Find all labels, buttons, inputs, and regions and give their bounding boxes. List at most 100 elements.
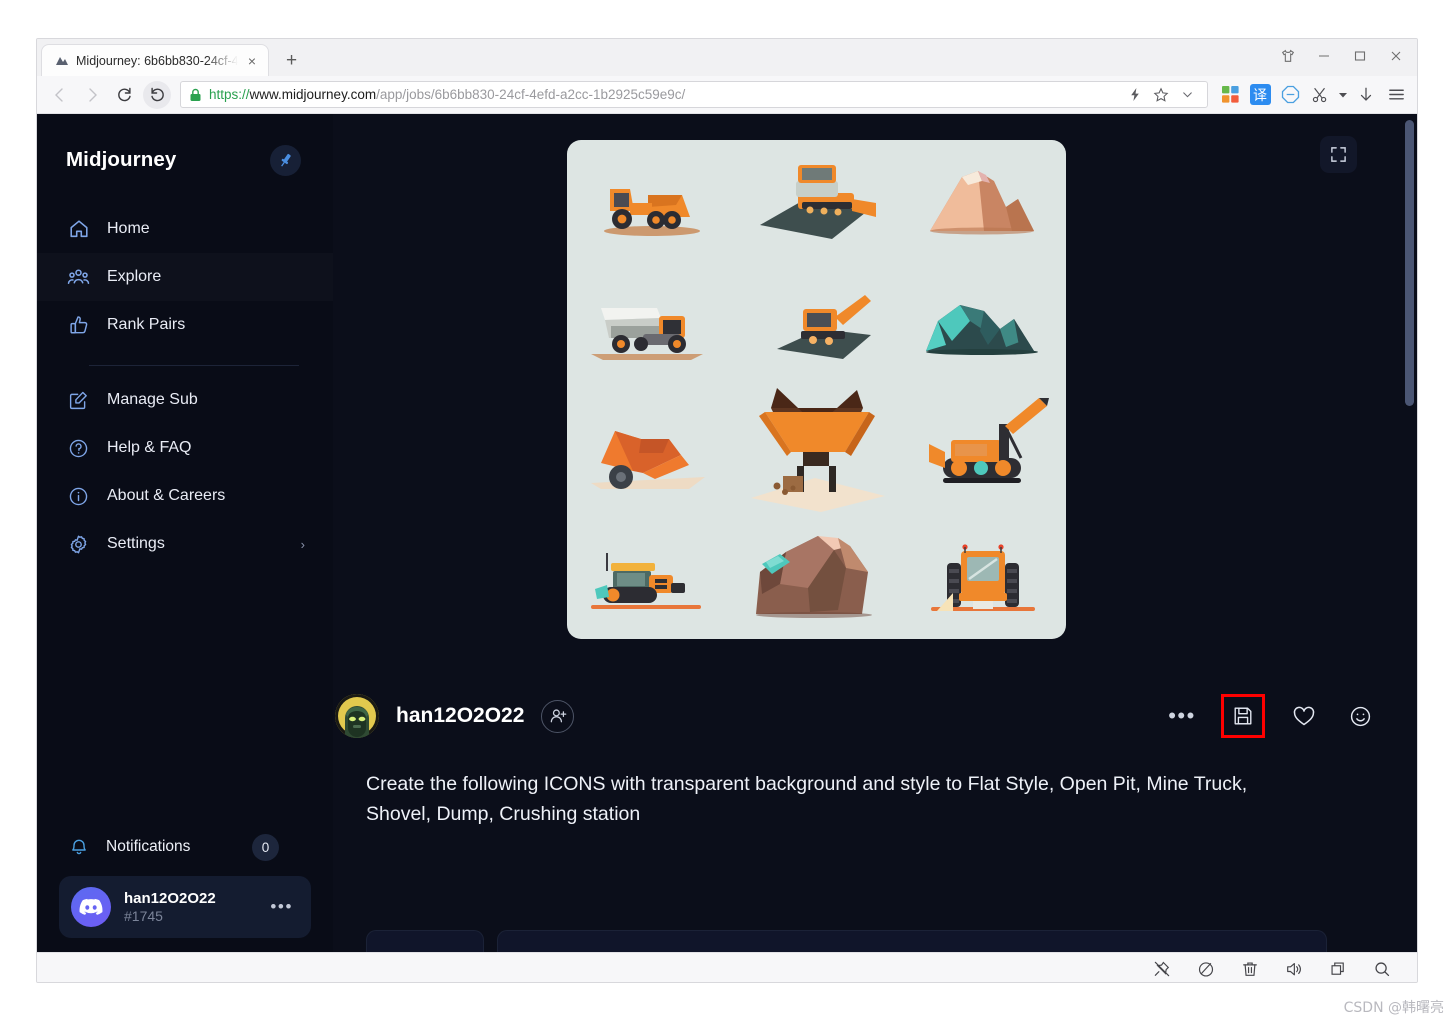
tab-title: Midjourney: 6b6bb830-24cf-4	[76, 53, 238, 68]
account-card[interactable]: han12O2O22 #1745 •••	[59, 876, 311, 938]
sidebar-item-home[interactable]: Home	[37, 205, 333, 253]
like-heart-button[interactable]	[1287, 699, 1321, 733]
downloads-icon[interactable]	[1353, 82, 1379, 108]
sidebar-item-help-faq[interactable]: Help & FAQ	[37, 424, 333, 472]
main-content: han12O2O22 ••• Create the following ICON…	[333, 114, 1417, 952]
sidebar-item-label: Help & FAQ	[107, 439, 192, 456]
watermark: CSDN @韩曙亮	[1343, 1000, 1444, 1016]
author-row: han12O2O22 •••	[333, 694, 1417, 738]
app-sidebar: Midjourney Home Explore Rank Pairs Manag…	[37, 114, 333, 952]
speaker-icon[interactable]	[1283, 958, 1305, 980]
expand-fullscreen-icon[interactable]	[1320, 136, 1357, 173]
explore-people-icon	[67, 266, 90, 289]
theme-shirt-icon[interactable]	[1271, 43, 1305, 69]
lock-icon	[189, 88, 202, 102]
avatar[interactable]	[335, 694, 379, 738]
notifications-label: Notifications	[106, 838, 191, 855]
sidebar-item-rank-pairs[interactable]: Rank Pairs	[37, 301, 333, 349]
icon-orange-shovel-scoop	[567, 386, 733, 516]
browser-toolbar-extras: 译	[1217, 82, 1409, 108]
discord-logo-icon	[71, 887, 111, 927]
icon-teal-ore-rocks	[900, 263, 1066, 386]
trash-icon[interactable]	[1239, 958, 1261, 980]
screenshot-scissors-icon[interactable]	[1307, 82, 1333, 108]
notifications-count-badge: 0	[252, 833, 279, 861]
pin-crossed-icon[interactable]	[1151, 958, 1173, 980]
brand-title: Midjourney	[66, 148, 177, 171]
browser-tab[interactable]: Midjourney: 6b6bb830-24cf-4 ×	[41, 44, 269, 76]
tab-close-icon[interactable]: ×	[245, 52, 259, 70]
notifications-row[interactable]: Notifications 0	[59, 824, 311, 870]
account-name: han12O2O22	[124, 890, 216, 907]
question-circle-icon	[67, 437, 90, 460]
chevron-right-icon: ›	[300, 536, 305, 552]
address-bar[interactable]: https://www.midjourney.com/app/jobs/6b6b…	[180, 81, 1208, 108]
minimize-button[interactable]	[1307, 43, 1341, 69]
search-icon[interactable]	[1371, 958, 1393, 980]
thumbs-up-icon	[67, 314, 90, 337]
tab-strip: Midjourney: 6b6bb830-24cf-4 × +	[37, 39, 1417, 76]
author-actions: •••	[1165, 694, 1377, 738]
icon-tracked-excavator-crane	[900, 386, 1066, 516]
new-tab-button[interactable]: +	[279, 50, 304, 71]
add-user-icon[interactable]	[541, 699, 575, 733]
chevron-down-icon[interactable]	[1175, 83, 1199, 107]
history-back-button[interactable]	[143, 80, 171, 109]
url-text: https://www.midjourney.com/app/jobs/6b6b…	[209, 87, 685, 102]
react-smiley-button[interactable]	[1343, 699, 1377, 733]
close-window-button[interactable]	[1379, 43, 1413, 69]
sidebar-divider	[89, 365, 299, 366]
icon-excavator-arm-dark	[733, 263, 899, 386]
menu-hamburger-icon[interactable]	[1383, 82, 1409, 108]
maximize-button[interactable]	[1343, 43, 1377, 69]
save-button[interactable]	[1221, 694, 1265, 738]
sidebar-item-about-careers[interactable]: About & Careers	[37, 472, 333, 520]
edit-square-icon	[67, 389, 90, 412]
icon-grid	[567, 140, 1066, 639]
window-controls	[1271, 43, 1413, 69]
page-scrollbar[interactable]	[1402, 114, 1417, 952]
sidebar-item-label: Settings	[107, 535, 165, 552]
account-text: han12O2O22 #1745	[124, 890, 257, 924]
sidebar-item-settings[interactable]: Settings ›	[37, 520, 333, 568]
scissors-dropdown-icon[interactable]	[1337, 82, 1349, 108]
no-entry-icon[interactable]	[1195, 958, 1217, 980]
account-more-button[interactable]: •••	[270, 897, 293, 917]
translate-icon[interactable]: 译	[1247, 82, 1273, 108]
omnibox-actions	[1117, 83, 1199, 107]
sidebar-item-explore[interactable]: Explore	[37, 253, 333, 301]
icon-white-dump-loader	[567, 263, 733, 386]
icon-orange-tracked-vehicle	[567, 516, 733, 639]
icon-front-view-mine-truck	[900, 516, 1066, 639]
adblock-icon[interactable]	[1277, 82, 1303, 108]
gear-icon	[67, 533, 90, 556]
generated-image[interactable]	[567, 140, 1066, 639]
bottom-panel-right[interactable]	[497, 930, 1327, 952]
forward-button[interactable]	[77, 81, 107, 109]
back-button[interactable]	[45, 81, 75, 109]
bookmark-star-icon[interactable]	[1149, 83, 1173, 107]
icon-open-pit-mound-tan	[900, 140, 1066, 263]
reload-button[interactable]	[109, 81, 139, 109]
bottom-panel-left[interactable]	[366, 930, 484, 952]
prompt-text: Create the following ICONS with transpar…	[366, 773, 1248, 826]
more-options-button[interactable]: •••	[1165, 699, 1199, 733]
url-scheme: https://	[209, 87, 250, 102]
midjourney-favicon	[54, 53, 69, 68]
url-host: www.midjourney.com	[249, 87, 377, 102]
secondary-nav: Manage Sub Help & FAQ About & Careers Se…	[37, 376, 333, 568]
scrollbar-thumb[interactable]	[1405, 120, 1414, 406]
pin-icon[interactable]	[270, 144, 301, 176]
icon-crushing-station-hopper	[733, 386, 899, 516]
navigation-bar: https://www.midjourney.com/app/jobs/6b6b…	[37, 76, 1417, 114]
home-icon	[67, 218, 90, 241]
sidebar-item-label: Rank Pairs	[107, 316, 186, 333]
lightning-icon[interactable]	[1123, 83, 1147, 107]
sidebar-item-label: Manage Sub	[107, 391, 198, 408]
sidebar-item-label: Home	[107, 220, 150, 237]
windows-icon[interactable]	[1327, 958, 1349, 980]
sidebar-item-manage-sub[interactable]: Manage Sub	[37, 376, 333, 424]
info-circle-icon	[67, 485, 90, 508]
grid-extensions-icon[interactable]	[1217, 82, 1243, 108]
author-name: han12O2O22	[396, 704, 525, 727]
